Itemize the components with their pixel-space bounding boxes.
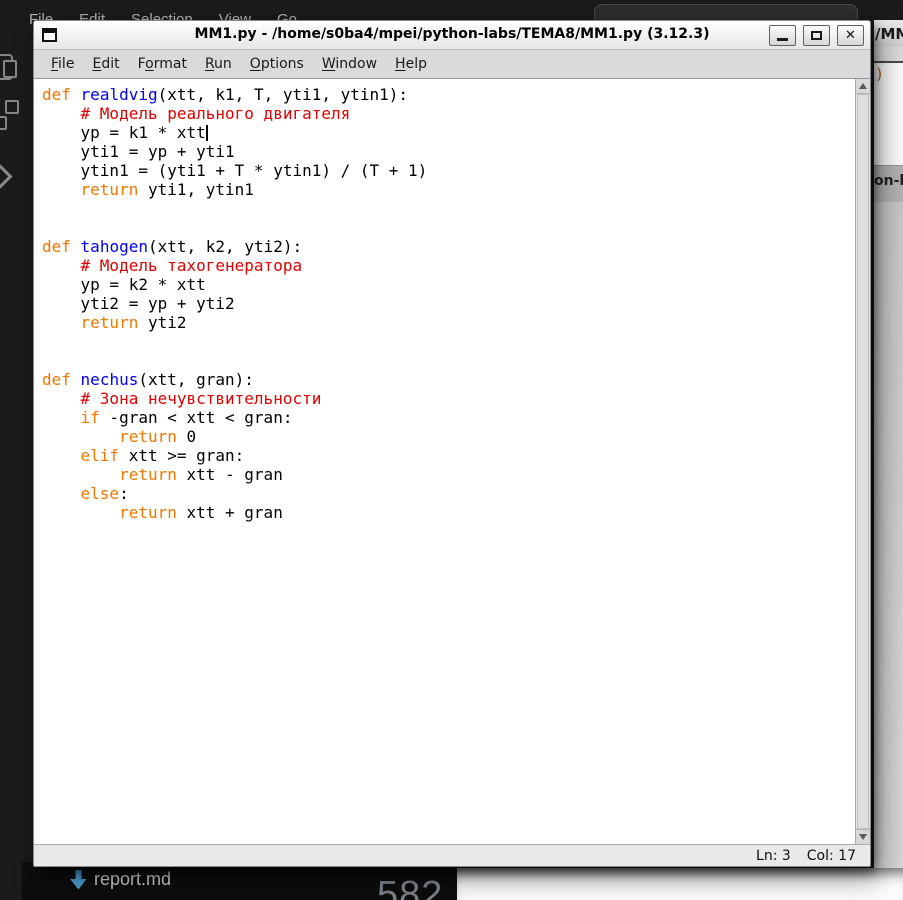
background-window[interactable]: /MM ) on-l [874,20,903,868]
scroll-up-icon [859,83,867,89]
code-line: return xtt + gran [42,503,855,522]
editor-content: def realdvig(xtt, k1, T, yti1, ytin1): #… [34,78,870,844]
scroll-up-button[interactable] [856,79,870,94]
files-icon[interactable] [0,54,13,80]
code-line: def realdvig(xtt, k1, T, yti1, ytin1): [42,85,855,104]
code-line: return yti1, ytin1 [42,180,855,199]
code-line: yti2 = yp + yti2 [42,294,855,313]
status-bar: Ln: 3 Col: 17 [34,844,870,866]
code-line [42,351,855,370]
code-line: def tahogen(xtt, k2, yti2): [42,237,855,256]
big-number-text: 582 [377,876,443,900]
open-file-label: report.md [94,869,171,890]
menu-help[interactable]: Help [392,54,430,74]
code-line: ytin1 = (yti1 + T * ytin1) / (T + 1) [42,161,855,180]
background-window-area [874,202,903,868]
code-line: if -gran < xtt < gran: [42,408,855,427]
code-line: yti1 = yp + yti1 [42,142,855,161]
code-line: yp = k1 * xtt [42,123,855,142]
vscode-editor-panel[interactable]: report.md 582 [22,862,457,900]
code-line: # Зона нечувствительности [42,389,855,408]
text-cursor [206,125,208,141]
scroll-down-icon [859,834,867,840]
code-line: yp = k2 * xtt [42,275,855,294]
maximize-button[interactable] [803,25,830,46]
scrollbar-thumb[interactable] [857,94,869,829]
code-line: else: [42,484,855,503]
scroll-down-button[interactable] [856,829,870,844]
code-line: return 0 [42,427,855,446]
idle-menubar: File Edit Format Run Options Window Help [34,50,870,79]
extensions-icon[interactable] [0,116,7,130]
chevron-right-icon[interactable] [0,164,13,188]
window-title: MM1.py - /home/s0ba4/mpei/python-labs/TE… [34,26,870,42]
code-line: # Модель тахогенератора [42,256,855,275]
code-line: # Модель реального двигателя [42,104,855,123]
minimize-button[interactable] [769,25,796,46]
code-line [42,218,855,237]
background-window-body [457,868,903,900]
idle-window: MM1.py - /home/s0ba4/mpei/python-labs/TE… [33,20,871,867]
background-window-code: ) [874,63,903,165]
menu-format[interactable]: Format [135,54,190,74]
column-indicator: Col: 17 [807,848,856,864]
line-indicator: Ln: 3 [756,848,791,864]
activity-bar [0,40,19,310]
background-window-band: on-l [874,165,903,202]
menu-edit[interactable]: Edit [89,54,122,74]
background-window-title: /MM [874,20,903,47]
code-line [42,332,855,351]
menu-window[interactable]: Window [319,54,380,74]
title-bar[interactable]: MM1.py - /home/s0ba4/mpei/python-labs/TE… [34,21,870,50]
code-editor[interactable]: def realdvig(xtt, k1, T, yti1, ytin1): #… [34,79,855,844]
down-arrow-icon [70,870,87,895]
menu-run[interactable]: Run [202,54,235,74]
close-button[interactable]: ✕ [837,25,864,46]
code-line: return xtt - gran [42,465,855,484]
menu-file[interactable]: File [48,54,77,74]
code-line: elif xtt >= gran: [42,446,855,465]
code-line [42,199,855,218]
code-line: return yti2 [42,313,855,332]
background-window-menubar [874,47,903,63]
extensions-icon[interactable] [5,100,19,114]
menu-options[interactable]: Options [247,54,307,74]
code-line: def nechus(xtt, gran): [42,370,855,389]
vertical-scrollbar[interactable] [855,79,870,844]
